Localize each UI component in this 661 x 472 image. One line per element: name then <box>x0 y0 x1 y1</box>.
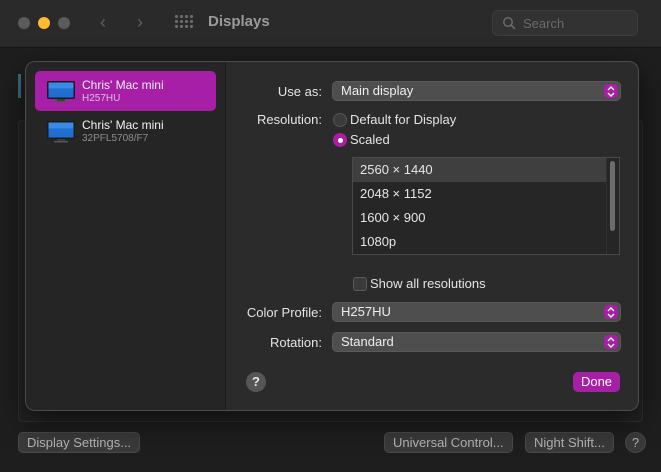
list-item[interactable]: 2560 × 1440 <box>353 158 607 182</box>
night-shift-button[interactable]: Night Shift... <box>525 432 614 453</box>
use-as-value: Main display <box>341 83 414 98</box>
list-item[interactable]: 1080p <box>353 230 607 254</box>
resolution-scrollbar[interactable] <box>606 158 618 254</box>
chevron-updown-icon <box>604 305 618 319</box>
chevron-updown-icon <box>604 84 618 98</box>
use-as-label: Use as: <box>277 84 322 99</box>
done-button[interactable]: Done <box>573 372 620 392</box>
radio-scaled[interactable] <box>333 133 347 147</box>
display-model: H257HU <box>82 93 121 104</box>
background-accent <box>18 74 21 98</box>
window-titlebar: ‹ › Displays <box>0 0 661 48</box>
minimize-window-button[interactable] <box>38 17 50 29</box>
color-profile-value: H257HU <box>341 304 391 319</box>
close-window-button[interactable] <box>18 17 30 29</box>
search-icon <box>503 17 516 30</box>
list-item[interactable]: 1600 × 900 <box>353 206 607 230</box>
display-settings-button[interactable]: Display Settings... <box>18 432 141 453</box>
scrollbar-thumb[interactable] <box>610 161 615 231</box>
window-title: Displays <box>208 13 270 30</box>
display-sidebar: Chris' Mac mini H257HU Chris' Mac mini 3… <box>26 62 226 410</box>
display-settings-sheet: Chris' Mac mini H257HU Chris' Mac mini 3… <box>25 61 639 411</box>
rotation-value: Standard <box>341 334 394 349</box>
chevron-updown-icon <box>604 335 618 349</box>
display-name: Chris' Mac mini <box>82 78 164 92</box>
resolution-list[interactable]: 2560 × 1440 2048 × 1152 1600 × 900 1080p <box>352 157 620 255</box>
color-profile-label: Color Profile: <box>246 305 322 320</box>
rotation-label: Rotation: <box>269 335 322 350</box>
radio-label-default: Default for Display <box>350 112 457 127</box>
search-field[interactable] <box>492 10 638 36</box>
list-item[interactable]: 2048 × 1152 <box>353 182 607 206</box>
search-input[interactable] <box>523 15 633 32</box>
color-profile-popup[interactable]: H257HU <box>332 302 621 322</box>
display-model: 32PFL5708/F7 <box>82 133 149 144</box>
use-as-popup[interactable]: Main display <box>332 81 621 101</box>
rotation-popup[interactable]: Standard <box>332 332 621 352</box>
sidebar-item-display-2[interactable]: Chris' Mac mini 32PFL5708/F7 <box>35 111 216 151</box>
zoom-window-button[interactable] <box>58 17 70 29</box>
display-name: Chris' Mac mini <box>82 118 164 132</box>
monitor-icon <box>47 81 75 103</box>
show-all-resolutions-checkbox[interactable] <box>353 277 367 291</box>
radio-label-scaled: Scaled <box>350 132 390 147</box>
universal-control-button[interactable]: Universal Control... <box>384 432 513 453</box>
sidebar-item-display-1[interactable]: Chris' Mac mini H257HU <box>35 71 216 111</box>
forward-arrow-icon[interactable]: › <box>137 12 143 33</box>
back-arrow-icon[interactable]: ‹ <box>100 12 106 33</box>
show-all-grid-icon[interactable] <box>175 15 193 30</box>
monitor-icon <box>47 121 75 143</box>
show-all-resolutions-label: Show all resolutions <box>370 276 486 291</box>
resolution-label: Resolution: <box>256 112 322 127</box>
radio-default-for-display[interactable] <box>333 113 347 127</box>
background-help-button[interactable]: ? <box>625 432 646 453</box>
help-button[interactable]: ? <box>246 372 266 392</box>
